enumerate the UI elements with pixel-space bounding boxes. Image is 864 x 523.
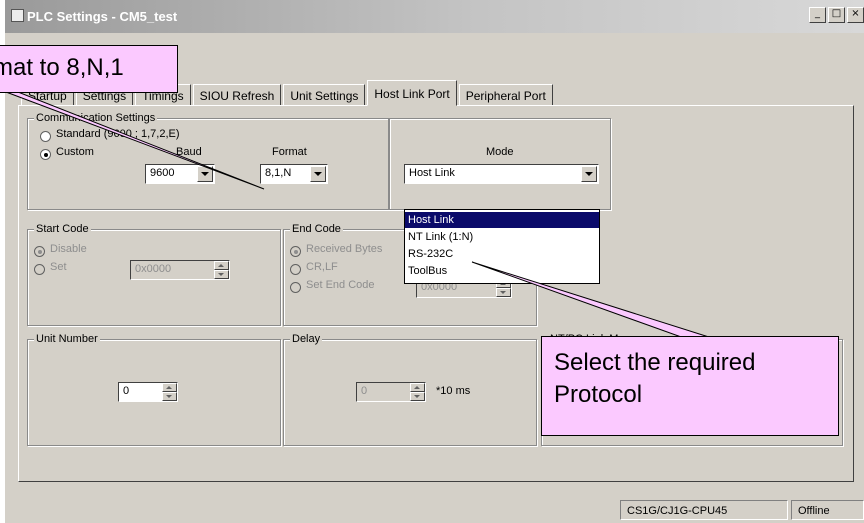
protocol-callout-line1: Select the required [554,349,756,376]
format-callout: mat to 8,N,1 [0,45,178,93]
protocol-callout-pointer [471,261,713,339]
format-callout-pointer [5,91,265,190]
protocol-callout: Select the required Protocol [541,336,839,436]
protocol-callout-line2: Protocol [554,381,643,408]
format-callout-text: mat to 8,N,1 [0,54,124,81]
